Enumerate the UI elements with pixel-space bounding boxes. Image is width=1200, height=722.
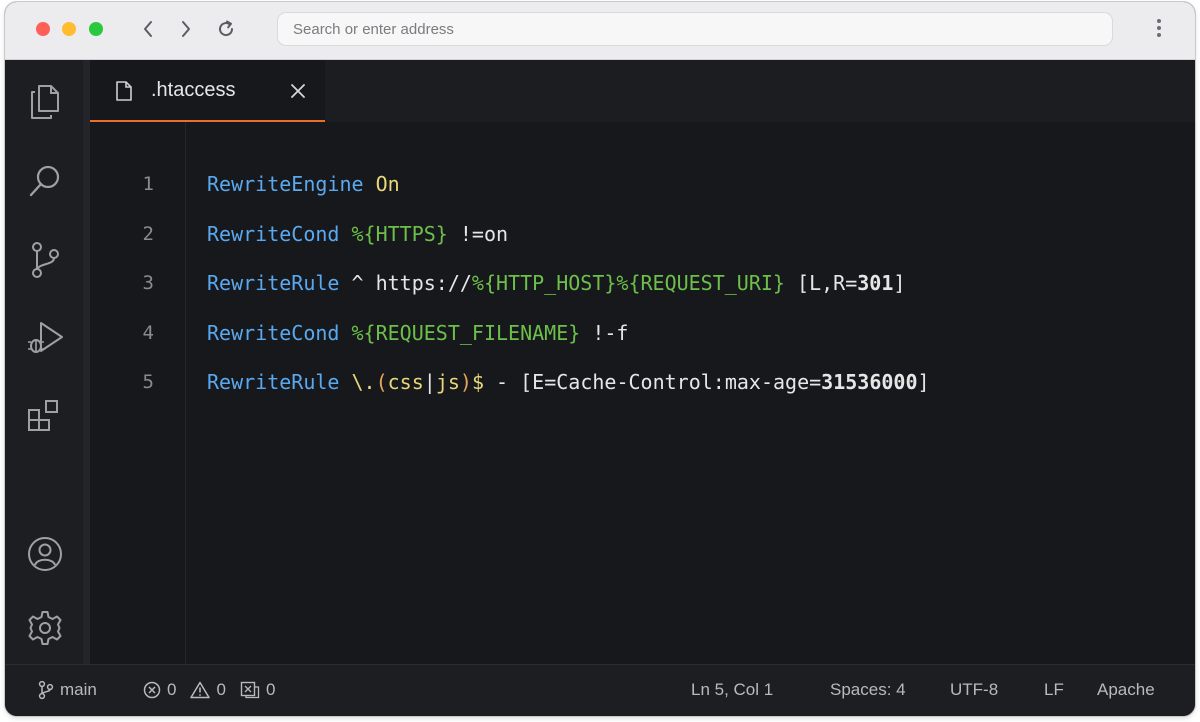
code-token: RewriteEngine bbox=[207, 172, 364, 196]
search-icon[interactable] bbox=[25, 161, 65, 201]
code-editor[interactable]: 1 RewriteEngine On 2 RewriteCond %{HTTPS} !… bbox=[90, 122, 1195, 664]
branch-name: main bbox=[60, 680, 97, 699]
error-count: 0 bbox=[167, 680, 177, 699]
browser-toolbar: Search or enter address bbox=[5, 2, 1195, 60]
back-button[interactable] bbox=[137, 18, 159, 40]
code-token: %{HTTPS} bbox=[351, 221, 448, 246]
code-token: RewriteCond bbox=[207, 320, 340, 345]
indentation-text: Spaces: 4 bbox=[830, 680, 906, 699]
editor-tab-bar: .htaccess bbox=[90, 60, 1195, 122]
source-control-icon[interactable] bbox=[25, 240, 65, 280]
code-token: %{REQUEST_FILENAME} bbox=[351, 320, 581, 345]
code-token: RewriteRule bbox=[207, 271, 340, 295]
activity-bar-divider bbox=[83, 60, 90, 664]
status-bar: main 0 0 0 Ln 5, Col 1 Spaces: 4 UTF-8 L… bbox=[5, 664, 1195, 716]
language-text: Apache bbox=[1097, 680, 1155, 699]
encoding-text: UTF-8 bbox=[950, 680, 999, 699]
tab-htaccess[interactable]: .htaccess bbox=[90, 60, 325, 122]
branch-indicator[interactable]: main bbox=[38, 680, 97, 700]
code-token: On bbox=[375, 172, 400, 196]
code-line[interactable]: RewriteCond %{REQUEST_FILENAME} !-f bbox=[207, 321, 628, 345]
close-window-button[interactable] bbox=[36, 22, 50, 36]
code-token: [L,R= bbox=[784, 271, 858, 295]
code-token: ] bbox=[917, 370, 930, 394]
line-number: 5 bbox=[142, 371, 154, 393]
cursor-position[interactable]: Ln 5, Col 1 bbox=[691, 680, 773, 700]
ports-icon bbox=[240, 681, 260, 699]
line-number: 3 bbox=[142, 272, 154, 294]
code-token: ] bbox=[893, 271, 906, 295]
code-line[interactable]: RewriteEngine On bbox=[207, 172, 400, 196]
error-icon bbox=[143, 681, 161, 699]
forward-button[interactable] bbox=[175, 18, 197, 40]
reload-icon bbox=[219, 20, 234, 37]
code-line[interactable]: RewriteRule ^ https://%{HTTP_HOST}%{REQU… bbox=[207, 271, 905, 295]
warning-icon bbox=[190, 681, 211, 699]
gutter-divider bbox=[185, 122, 186, 664]
indentation-setting[interactable]: Spaces: 4 bbox=[830, 680, 906, 700]
cursor-position-text: Ln 5, Col 1 bbox=[691, 680, 774, 699]
extensions-icon[interactable] bbox=[25, 396, 65, 436]
git-branch-icon bbox=[38, 680, 54, 700]
warning-count: 0 bbox=[216, 680, 226, 699]
account-icon[interactable] bbox=[25, 534, 65, 574]
browser-window: Search or enter address .htaccess 1 Rewr… bbox=[5, 2, 1195, 716]
line-number: 4 bbox=[142, 321, 154, 344]
maximize-window-button[interactable] bbox=[89, 22, 103, 36]
address-bar[interactable]: Search or enter address bbox=[277, 12, 1113, 46]
run-debug-icon[interactable] bbox=[25, 318, 65, 358]
code-line[interactable]: RewriteRule \.(css|js)$ - [E=Cache-Contr… bbox=[207, 370, 930, 394]
file-icon bbox=[116, 81, 132, 101]
editor-area: .htaccess 1 RewriteEngine On 2 RewriteCond … bbox=[90, 60, 1195, 664]
encoding-setting[interactable]: UTF-8 bbox=[950, 680, 998, 700]
code-token: %{HTTP_HOST}%{REQUEST_URI} bbox=[471, 271, 785, 295]
line-number: 2 bbox=[142, 222, 154, 245]
code-token: css bbox=[387, 370, 424, 394]
code-token: ( bbox=[375, 370, 388, 394]
settings-icon[interactable] bbox=[25, 608, 65, 648]
code-token: 31536000 bbox=[821, 370, 918, 394]
code-token: RewriteRule bbox=[207, 370, 340, 394]
code-token: 301 bbox=[857, 271, 894, 295]
code-token: - [E=Cache-Control:max-age= bbox=[484, 370, 822, 394]
activity-bar bbox=[5, 60, 84, 664]
chevron-right-icon bbox=[182, 21, 190, 37]
files-icon[interactable] bbox=[25, 82, 65, 122]
code-token: ^ https:// bbox=[339, 271, 472, 295]
chevron-left-icon bbox=[144, 21, 152, 37]
more-menu-icon[interactable] bbox=[1151, 19, 1167, 41]
eol-setting[interactable]: LF bbox=[1044, 680, 1064, 700]
close-icon[interactable] bbox=[289, 82, 307, 100]
code-token: \. bbox=[351, 370, 376, 394]
problems-indicator[interactable]: 0 0 0 bbox=[143, 680, 275, 700]
ports-count: 0 bbox=[265, 680, 276, 699]
code-token: RewriteCond bbox=[207, 221, 340, 246]
reload-button[interactable] bbox=[215, 18, 237, 40]
code-token: $ bbox=[471, 370, 484, 394]
code-token: js bbox=[435, 370, 460, 394]
code-token: | bbox=[423, 370, 436, 394]
address-placeholder: Search or enter address bbox=[293, 21, 454, 38]
code-token: !=on bbox=[447, 221, 509, 246]
line-number: 1 bbox=[142, 173, 154, 195]
language-mode[interactable]: Apache bbox=[1097, 680, 1155, 700]
code-token: !-f bbox=[580, 320, 629, 345]
minimize-window-button[interactable] bbox=[62, 22, 76, 36]
tab-label: .htaccess bbox=[151, 79, 236, 101]
eol-text: LF bbox=[1044, 680, 1064, 699]
code-line[interactable]: RewriteCond %{HTTPS} !=on bbox=[207, 222, 508, 246]
code-token: ) bbox=[459, 370, 472, 394]
